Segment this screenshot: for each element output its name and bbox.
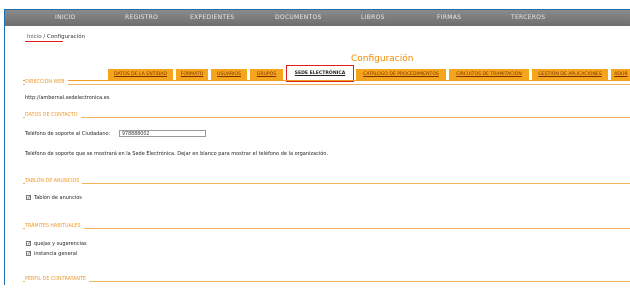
phone-help-text: Teléfono de soporte que se mostrará en l…: [25, 151, 329, 157]
tab-ador[interactable]: ADOR: [611, 69, 630, 80]
nav-item-terceros[interactable]: TERCEROS: [511, 14, 545, 21]
tab-gestion-aplicaciones[interactable]: GESTIÓN DE APLICACIONES: [532, 69, 608, 80]
tab-usuarios[interactable]: USUARIOS: [211, 69, 247, 80]
app-window: INICIO REGISTRO EXPEDIENTES DOCUMENTOS L…: [4, 9, 630, 285]
page-title: Configuración: [351, 54, 414, 64]
nav-item-firmas[interactable]: FIRMAS: [437, 14, 461, 21]
procedure-checkbox-instancia[interactable]: ✓: [26, 251, 31, 257]
section-tramites-habituales: TRÁMITES HABITUALES ✓ quejas y sugerenci…: [23, 224, 630, 274]
section-title-procedures: TRÁMITES HABITUALES: [25, 224, 84, 229]
tab-circuitos-tramitacion[interactable]: CIRCUITOS DE TRAMITACIÓN: [449, 69, 529, 80]
tab-grupos[interactable]: GRUPOS: [250, 69, 283, 80]
tab-catalogo-procedimientos[interactable]: CATÁLOGO DE PROCEDIMIENTOS: [356, 69, 446, 80]
procedure-checkbox-quejas[interactable]: ✓: [26, 241, 31, 247]
web-url: http://ambernal.sedelectronica.es: [25, 95, 110, 101]
nav-item-inicio[interactable]: INICIO: [55, 14, 76, 21]
tab-datos-entidad[interactable]: DATOS DE LA ENTIDAD: [108, 69, 173, 80]
nav-item-libros[interactable]: LIBROS: [361, 14, 385, 21]
section-title-contact: DATOS DE CONTACTO: [25, 113, 81, 118]
settings-tabs: DATOS DE LA ENTIDAD FORMATO USUARIOS GRU…: [108, 65, 630, 82]
board-checkbox[interactable]: ✓: [26, 195, 31, 201]
breadcrumb-current: Configuración: [46, 34, 86, 40]
section-perfil-contratante: PERFIL DE CONTRATANTE: [23, 277, 630, 290]
tabs-divider: [23, 80, 630, 81]
tab-formato[interactable]: FORMATO: [176, 69, 208, 80]
breadcrumb-highlight: [25, 41, 63, 42]
section-title-web: DIRECCIÓN WEB: [25, 80, 68, 85]
section-title-profile: PERFIL DE CONTRATANTE: [25, 277, 89, 282]
nav-item-registro[interactable]: REGISTRO: [125, 14, 158, 21]
nav-item-documentos[interactable]: DOCUMENTOS: [275, 14, 322, 21]
section-datos-contacto: DATOS DE CONTACTO Teléfono de soporte al…: [23, 113, 630, 178]
phone-input[interactable]: 978888002: [119, 130, 206, 137]
board-checkbox-label: Tablón de anuncios: [34, 195, 82, 201]
section-tablon-anuncios: TABLÓN DE ANUNCIOS ✓ Tablón de anuncios: [23, 179, 630, 224]
top-navigation: INICIO REGISTRO EXPEDIENTES DOCUMENTOS L…: [5, 10, 630, 26]
procedure-label-quejas: quejas y sugerencias: [34, 241, 87, 247]
phone-label: Teléfono de soporte al Ciudadano:: [25, 131, 111, 137]
section-title-board: TABLÓN DE ANUNCIOS: [25, 179, 83, 184]
breadcrumb-home-link[interactable]: Inicio: [27, 34, 42, 40]
breadcrumb: Inicio / Configuración: [27, 34, 85, 40]
procedure-label-instancia: instancia general: [34, 251, 78, 257]
breadcrumb-separator: /: [43, 34, 46, 40]
nav-item-expedientes[interactable]: EXPEDIENTES: [190, 14, 235, 21]
section-direccion-web: DIRECCIÓN WEB http://ambernal.sedelectro…: [23, 80, 630, 115]
